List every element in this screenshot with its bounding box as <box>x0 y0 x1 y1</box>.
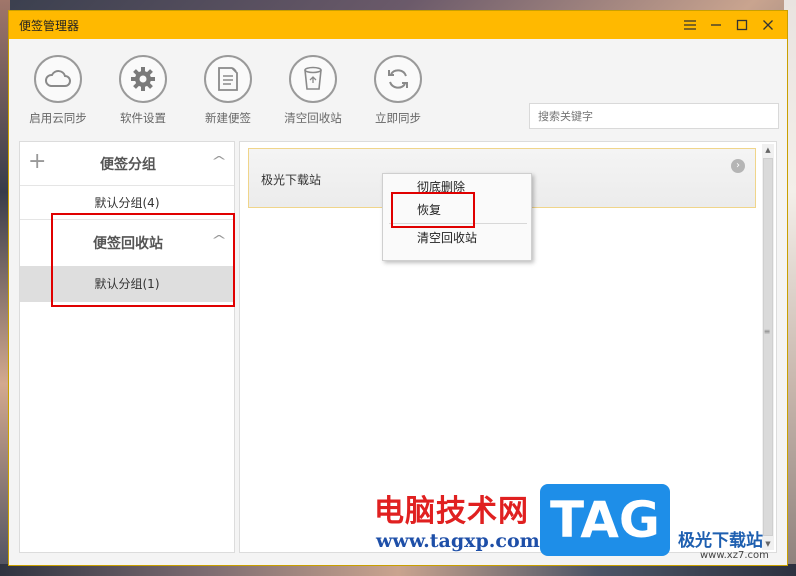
menu-icon[interactable] <box>677 11 703 39</box>
note-title: 极光下载站 <box>261 173 322 187</box>
watermark-site-url: www.tagxp.com <box>376 530 540 552</box>
empty-recycle-label: 清空回收站 <box>284 111 342 125</box>
chevron-right-icon[interactable]: › <box>731 159 745 173</box>
search-input[interactable] <box>529 103 779 129</box>
scroll-down-icon[interactable]: ▼ <box>762 538 774 550</box>
note-groups-header[interactable]: + 便签分组 ^ <box>20 142 234 186</box>
menu-item-empty-recycle[interactable]: 清空回收站 <box>417 229 477 246</box>
settings-button[interactable]: 软件设置 <box>103 55 183 126</box>
maximize-icon[interactable] <box>729 11 755 39</box>
enable-cloud-sync-button[interactable]: 启用云同步 <box>18 55 98 126</box>
new-note-button[interactable]: 新建便签 <box>188 55 268 126</box>
minimize-icon[interactable] <box>703 11 729 39</box>
sidebar: + 便签分组 ^ 默认分组(4) 便签回收站 ^ 默认分组(1) <box>19 141 235 553</box>
new-note-label: 新建便签 <box>205 111 251 125</box>
scroll-up-icon[interactable]: ▲ <box>762 144 774 156</box>
highlight-box-restore <box>391 192 475 228</box>
window-title: 便签管理器 <box>19 18 80 33</box>
close-icon[interactable] <box>755 11 781 39</box>
empty-recycle-button[interactable]: 清空回收站 <box>273 55 353 126</box>
tag-logo: TAG <box>540 484 670 556</box>
watermark-site-name: 电脑技术网 <box>374 494 529 529</box>
chevron-up-icon[interactable]: ^ <box>211 154 227 168</box>
app-window: 便签管理器 启用云同步 软件设置 新建便签 清空回收站 立即同步 搜索关键字 +… <box>8 10 788 566</box>
scrollbar-grip-icon: ≡ <box>763 327 771 336</box>
highlight-box-recycle <box>51 213 235 307</box>
settings-label: 软件设置 <box>120 111 166 125</box>
watermark-site2-url: www.xz7.com <box>700 550 769 561</box>
new-note-icon <box>204 55 252 103</box>
watermark-site2-name: 极光下载站 <box>678 531 763 551</box>
note-groups-title: 便签分组 <box>100 157 156 173</box>
recycle-bin-icon <box>289 55 337 103</box>
scrollbar-thumb[interactable] <box>763 158 773 536</box>
sync-now-label: 立即同步 <box>375 111 421 125</box>
sync-now-button[interactable]: 立即同步 <box>358 55 438 126</box>
enable-cloud-sync-label: 启用云同步 <box>29 111 87 125</box>
window-controls <box>677 11 781 39</box>
title-bar[interactable]: 便签管理器 <box>9 11 787 39</box>
cloud-icon <box>34 55 82 103</box>
sync-icon <box>374 55 422 103</box>
vertical-scrollbar[interactable]: ▲ ≡ ▼ <box>762 144 774 550</box>
gear-icon <box>119 55 167 103</box>
